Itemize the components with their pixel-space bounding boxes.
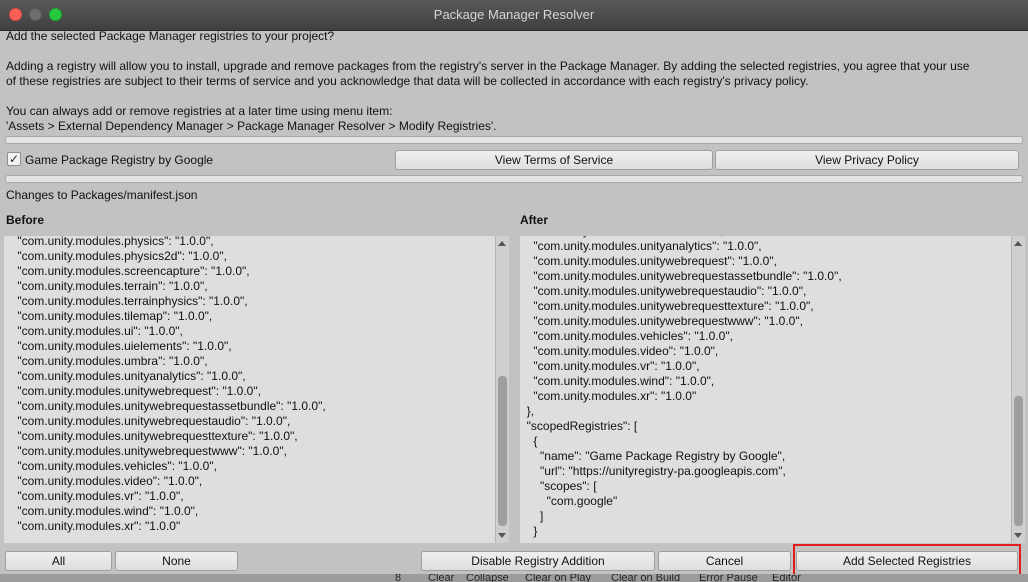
code-line: "com.unity.modules.vr": "1.0.0", xyxy=(520,359,700,373)
divider xyxy=(5,136,1023,144)
scroll-up-icon[interactable] xyxy=(498,241,506,246)
code-line: "com.unity.modules.vehicles": "1.0.0", xyxy=(4,459,217,473)
hint-line-2: 'Assets > External Dependency Manager > … xyxy=(6,119,497,133)
description-line-2: of these registries are subject to their… xyxy=(6,74,809,88)
window-title: Package Manager Resolver xyxy=(433,7,595,22)
code-line: "com.unity.modules.wind": "1.0.0", xyxy=(4,504,199,518)
hint-line-1: You can always add or remove registries … xyxy=(6,104,393,118)
before-scrollbar[interactable] xyxy=(495,236,509,543)
code-line: "com.unity.modules.unitywebrequestassetb… xyxy=(4,399,326,413)
select-all-button[interactable]: All xyxy=(5,551,112,571)
after-scrollbar[interactable] xyxy=(1011,236,1025,543)
select-none-button[interactable]: None xyxy=(115,551,238,571)
before-label: Before xyxy=(6,213,45,227)
before-code: "com.unity.modules.physics": "1.0.0", "c… xyxy=(4,236,495,534)
code-line: "com.unity.modules.vr": "1.0.0", xyxy=(4,489,184,503)
code-line: "name": "Game Package Registry by Google… xyxy=(520,449,786,463)
code-line: "com.unity.modules.unitywebrequesttextur… xyxy=(520,299,814,313)
description-line-1: Adding a registry will allow you to inst… xyxy=(6,59,970,73)
code-line: "com.unity.modules.xr": "1.0.0" xyxy=(4,519,181,533)
divider xyxy=(5,175,1023,183)
console-error-pause[interactable]: Error Pause xyxy=(699,574,758,582)
code-line: "com.unity.modules.unitywebrequestassetb… xyxy=(520,269,842,283)
code-line: } xyxy=(520,524,538,538)
code-line: "com.unity.modules.umbra": "1.0.0", xyxy=(4,354,208,368)
cancel-button[interactable]: Cancel xyxy=(658,551,791,571)
code-line: "url": "https://unityregistry-pa.googlea… xyxy=(520,464,786,478)
console-collapse[interactable]: Collapse xyxy=(466,574,509,582)
code-line: "com.unity.modules.screencapture": "1.0.… xyxy=(4,264,250,278)
code-line: }, xyxy=(520,404,535,418)
code-line: "com.unity.modules.xr": "1.0.0" xyxy=(520,389,697,403)
before-code-panel[interactable]: "com.unity.modules.physics": "1.0.0", "c… xyxy=(4,236,495,543)
code-line: "com.unity.modules.unitywebrequest": "1.… xyxy=(520,254,777,268)
before-scroll-thumb[interactable] xyxy=(498,376,507,526)
code-line: "com.unity.modules.ui": "1.0.0", xyxy=(4,324,183,338)
view-terms-button[interactable]: View Terms of Service xyxy=(395,150,713,170)
question-text: Add the selected Package Manager registr… xyxy=(6,29,335,43)
title-bar: Package Manager Resolver xyxy=(0,0,1028,31)
console-clear-on-build[interactable]: Clear on Build xyxy=(611,574,680,582)
after-code: "com.unity.modules.umbra": "1.0.0", "com… xyxy=(520,236,1011,539)
code-line: "com.unity.modules.terrain": "1.0.0", xyxy=(4,279,208,293)
code-line: "com.unity.modules.physics": "1.0.0", xyxy=(4,236,214,248)
after-code-panel[interactable]: "com.unity.modules.umbra": "1.0.0", "com… xyxy=(520,236,1011,543)
code-line: "com.unity.modules.video": "1.0.0", xyxy=(4,474,203,488)
highlight-box xyxy=(793,544,1021,576)
console-toolbar-strip: 8 Clear Collapse Clear on Play Clear on … xyxy=(0,574,1028,582)
code-line: "com.unity.modules.unitywebrequestaudio"… xyxy=(520,284,807,298)
code-line: "com.unity.modules.physics2d": "1.0.0", xyxy=(4,249,227,263)
scroll-down-icon[interactable] xyxy=(498,533,506,538)
disable-registry-addition-button[interactable]: Disable Registry Addition xyxy=(421,551,655,571)
registry-name-label: Game Package Registry by Google xyxy=(25,153,214,167)
code-line: "com.unity.modules.unityanalytics": "1.0… xyxy=(4,369,246,383)
console-clear-on-play[interactable]: Clear on Play xyxy=(525,574,591,582)
after-scroll-thumb[interactable] xyxy=(1014,396,1023,526)
code-line: "com.unity.modules.video": "1.0.0", xyxy=(520,344,719,358)
code-line: ] xyxy=(520,509,544,523)
code-line: "scopedRegistries": [ xyxy=(520,419,638,433)
code-line: { xyxy=(520,434,538,448)
code-line: "com.unity.modules.unitywebrequesttextur… xyxy=(4,429,298,443)
registry-checkbox[interactable]: ✓ xyxy=(7,152,21,166)
code-line: "com.unity.modules.unityanalytics": "1.0… xyxy=(520,239,762,253)
code-line: "com.google" xyxy=(520,494,618,508)
code-line: "com.unity.modules.tilemap": "1.0.0", xyxy=(4,309,213,323)
code-line: "com.unity.modules.terrainphysics": "1.0… xyxy=(4,294,248,308)
changes-title: Changes to Packages/manifest.json xyxy=(6,188,198,202)
view-privacy-button[interactable]: View Privacy Policy xyxy=(715,150,1019,170)
code-line: "com.unity.modules.vehicles": "1.0.0", xyxy=(520,329,733,343)
code-line: "scopes": [ xyxy=(520,479,597,493)
console-clear[interactable]: Clear xyxy=(428,574,454,582)
code-line: "com.unity.modules.wind": "1.0.0", xyxy=(520,374,715,388)
code-line: "com.unity.modules.unitywebrequest": "1.… xyxy=(4,384,261,398)
scroll-down-icon[interactable] xyxy=(1014,533,1022,538)
console-count: 8 xyxy=(395,574,402,582)
console-editor-dropdown[interactable]: Editor xyxy=(772,574,801,582)
code-line: "com.unity.modules.uielements": "1.0.0", xyxy=(4,339,232,353)
code-line: "com.unity.modules.unitywebrequestwww": … xyxy=(4,444,287,458)
after-label: After xyxy=(520,213,549,227)
scroll-up-icon[interactable] xyxy=(1014,241,1022,246)
code-line: "com.unity.modules.unitywebrequestwww": … xyxy=(520,314,803,328)
code-line: "com.unity.modules.unitywebrequestaudio"… xyxy=(4,414,291,428)
